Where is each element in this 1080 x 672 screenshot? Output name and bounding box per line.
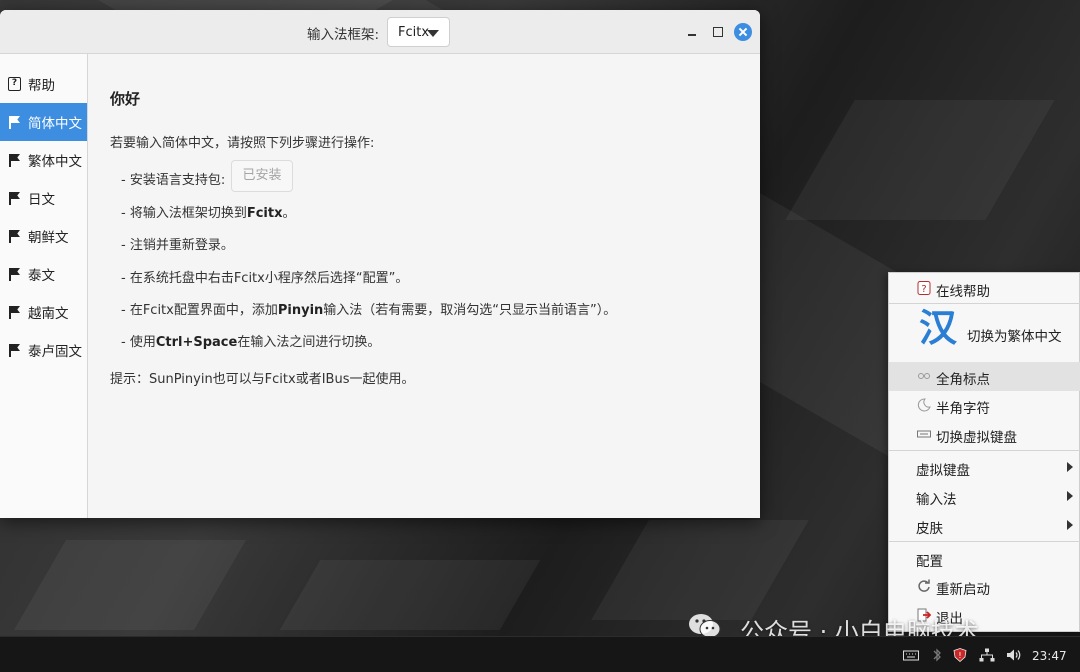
svg-text:!: ! — [958, 651, 961, 660]
submenu-arrow-icon — [1067, 520, 1073, 530]
menu-item-input-method[interactable]: 输入法 — [889, 482, 1080, 511]
half-moon-icon — [917, 398, 931, 412]
sidebar-item-traditional-chinese[interactable]: 繁体中文 — [0, 141, 87, 179]
flag-icon — [8, 115, 21, 129]
sidebar-item-label: 简体中文 — [28, 116, 82, 132]
step-shortcut: - 使用Ctrl+Space在输入法之间进行切换。 — [121, 331, 380, 350]
help-icon: ? — [917, 281, 931, 295]
tip-text: 提示：SunPinyin也可以与Fcitx或者IBus一起使用。 — [110, 372, 415, 387]
svg-text:?: ? — [921, 284, 926, 295]
dropdown-caret-icon — [427, 30, 439, 37]
step-tray-config: - 在系统托盘中右击Fcitx小程序然后选择“配置”。 — [121, 271, 409, 286]
sidebar-item-label: 帮助 — [28, 78, 55, 94]
punctuation-icon — [918, 373, 930, 379]
menu-item-virtual-keyboard[interactable]: 虚拟键盘 — [889, 453, 1080, 482]
menu-item-label: 配置 — [916, 554, 943, 570]
installed-button[interactable]: 已安装 — [231, 160, 293, 192]
menu-item-label: 半角字符 — [936, 401, 990, 417]
step-relogin: - 注销并重新登录。 — [121, 238, 234, 253]
step-text: - 在Fcitx配置界面中，添加 — [121, 303, 278, 318]
menu-item-label: 切换虚拟键盘 — [936, 430, 1017, 446]
menu-separator — [889, 541, 1080, 542]
sidebar-item-help[interactable]: ? 帮助 — [0, 65, 87, 103]
page-title: 你好 — [110, 90, 141, 108]
step-text: 输入法（若有需要，取消勾选“只显示当前语言”）。 — [323, 303, 617, 318]
menu-item-label: 输入法 — [916, 492, 957, 508]
menu-item-config[interactable]: 配置 — [889, 544, 1080, 573]
submenu-arrow-icon — [1067, 462, 1073, 472]
menu-separator — [889, 450, 1080, 451]
step-switch-framework: - 将输入法框架切换到Fcitx。 — [121, 202, 296, 221]
step-bold-text: Pinyin — [277, 303, 324, 318]
step-text: - 将输入法框架切换到 — [121, 206, 247, 221]
sidebar-item-korean[interactable]: 朝鲜文 — [0, 217, 87, 255]
keyboard-icon — [917, 430, 931, 438]
framework-value: Fcitx — [398, 25, 430, 40]
sidebar: ? 帮助 简体中文 繁体中文 日文 朝鲜文 泰文 越南文 泰卢固文 — [0, 54, 88, 518]
sidebar-item-japanese[interactable]: 日文 — [0, 179, 87, 217]
menu-item-toggle-virtual-keyboard[interactable]: 切换虚拟键盘 — [889, 420, 1080, 449]
menu-item-online-help[interactable]: ? 在线帮助 — [889, 274, 1080, 303]
close-button[interactable] — [734, 23, 752, 41]
sidebar-item-label: 泰文 — [28, 268, 55, 284]
menu-item-label: 虚拟键盘 — [916, 463, 970, 479]
step-add-pinyin: - 在Fcitx配置界面中，添加Pinyin输入法（若有需要，取消勾选“只显示当… — [121, 299, 616, 318]
flag-icon — [8, 153, 21, 167]
menu-item-half-char[interactable]: 半角字符 — [889, 391, 1080, 420]
step-install: - 安装语言支持包: — [121, 169, 225, 188]
step-install-text: - 安装语言支持包: — [121, 173, 226, 188]
flag-icon — [8, 267, 21, 281]
menu-item-label: 全角标点 — [936, 372, 990, 388]
restart-icon — [918, 579, 930, 592]
network-icon[interactable] — [979, 648, 995, 662]
step-text: 在输入法之间进行切换。 — [237, 335, 381, 350]
menu-item-label: 重新启动 — [936, 582, 990, 598]
sidebar-item-label: 日文 — [28, 192, 55, 208]
intro-text: 若要输入简体中文，请按照下列步骤进行操作: — [110, 136, 375, 151]
hanzi-logo-icon: 汉 — [919, 305, 958, 350]
sidebar-item-label: 繁体中文 — [28, 154, 82, 170]
framework-label: 输入法框架: — [307, 27, 380, 43]
fcitx-tray-menu: ? 在线帮助 汉 切换为繁体中文 全角标点 半角字符 切换虚拟键盘 虚拟键盘 输… — [888, 272, 1080, 632]
flag-icon — [8, 343, 21, 357]
maximize-button[interactable] — [710, 24, 726, 40]
sidebar-item-label: 泰卢固文 — [28, 344, 82, 360]
language-support-window: 输入法框架: Fcitx ? 帮助 简体中文 繁体中文 日文 朝鲜文 泰文 越南… — [0, 10, 760, 518]
sidebar-item-telugu[interactable]: 泰卢固文 — [0, 331, 87, 369]
volume-icon[interactable] — [1006, 648, 1022, 662]
menu-item-switch-traditional[interactable]: 汉 切换为繁体中文 — [889, 304, 1080, 362]
minimize-button[interactable] — [684, 24, 700, 40]
flag-icon — [8, 191, 21, 205]
menu-item-label: 皮肤 — [916, 521, 943, 537]
clock[interactable]: 23:47 — [1032, 649, 1067, 663]
bluetooth-icon[interactable] — [929, 648, 945, 662]
keyboard-tray-icon[interactable] — [903, 648, 919, 662]
step-text: - 使用 — [121, 335, 156, 350]
content-pane: 你好 若要输入简体中文，请按照下列步骤进行操作: - 安装语言支持包: 已安装 … — [88, 54, 760, 518]
sidebar-item-vietnamese[interactable]: 越南文 — [0, 293, 87, 331]
menu-item-skin[interactable]: 皮肤 — [889, 511, 1080, 540]
taskbar: ! 23:47 — [0, 636, 1080, 672]
window-titlebar: 输入法框架: Fcitx — [0, 10, 760, 54]
sidebar-item-label: 越南文 — [28, 306, 69, 322]
step-bold-text: Fcitx — [246, 206, 283, 221]
step-bold-text: Ctrl+Space — [155, 335, 238, 350]
sidebar-item-thai[interactable]: 泰文 — [0, 255, 87, 293]
submenu-arrow-icon — [1067, 491, 1073, 501]
menu-item-label: 在线帮助 — [936, 284, 990, 300]
step-text: 。 — [282, 206, 296, 221]
menu-item-restart[interactable]: 重新启动 — [889, 572, 1080, 601]
flag-icon — [8, 229, 21, 243]
menu-item-full-punct[interactable]: 全角标点 — [889, 362, 1080, 391]
shield-icon[interactable]: ! — [952, 648, 968, 662]
sidebar-item-label: 朝鲜文 — [28, 230, 69, 246]
menu-item-label: 切换为繁体中文 — [967, 329, 1062, 345]
sidebar-item-simplified-chinese[interactable]: 简体中文 — [0, 103, 87, 141]
flag-icon — [8, 305, 21, 319]
framework-select[interactable]: Fcitx — [387, 17, 450, 47]
help-icon: ? — [8, 77, 21, 91]
